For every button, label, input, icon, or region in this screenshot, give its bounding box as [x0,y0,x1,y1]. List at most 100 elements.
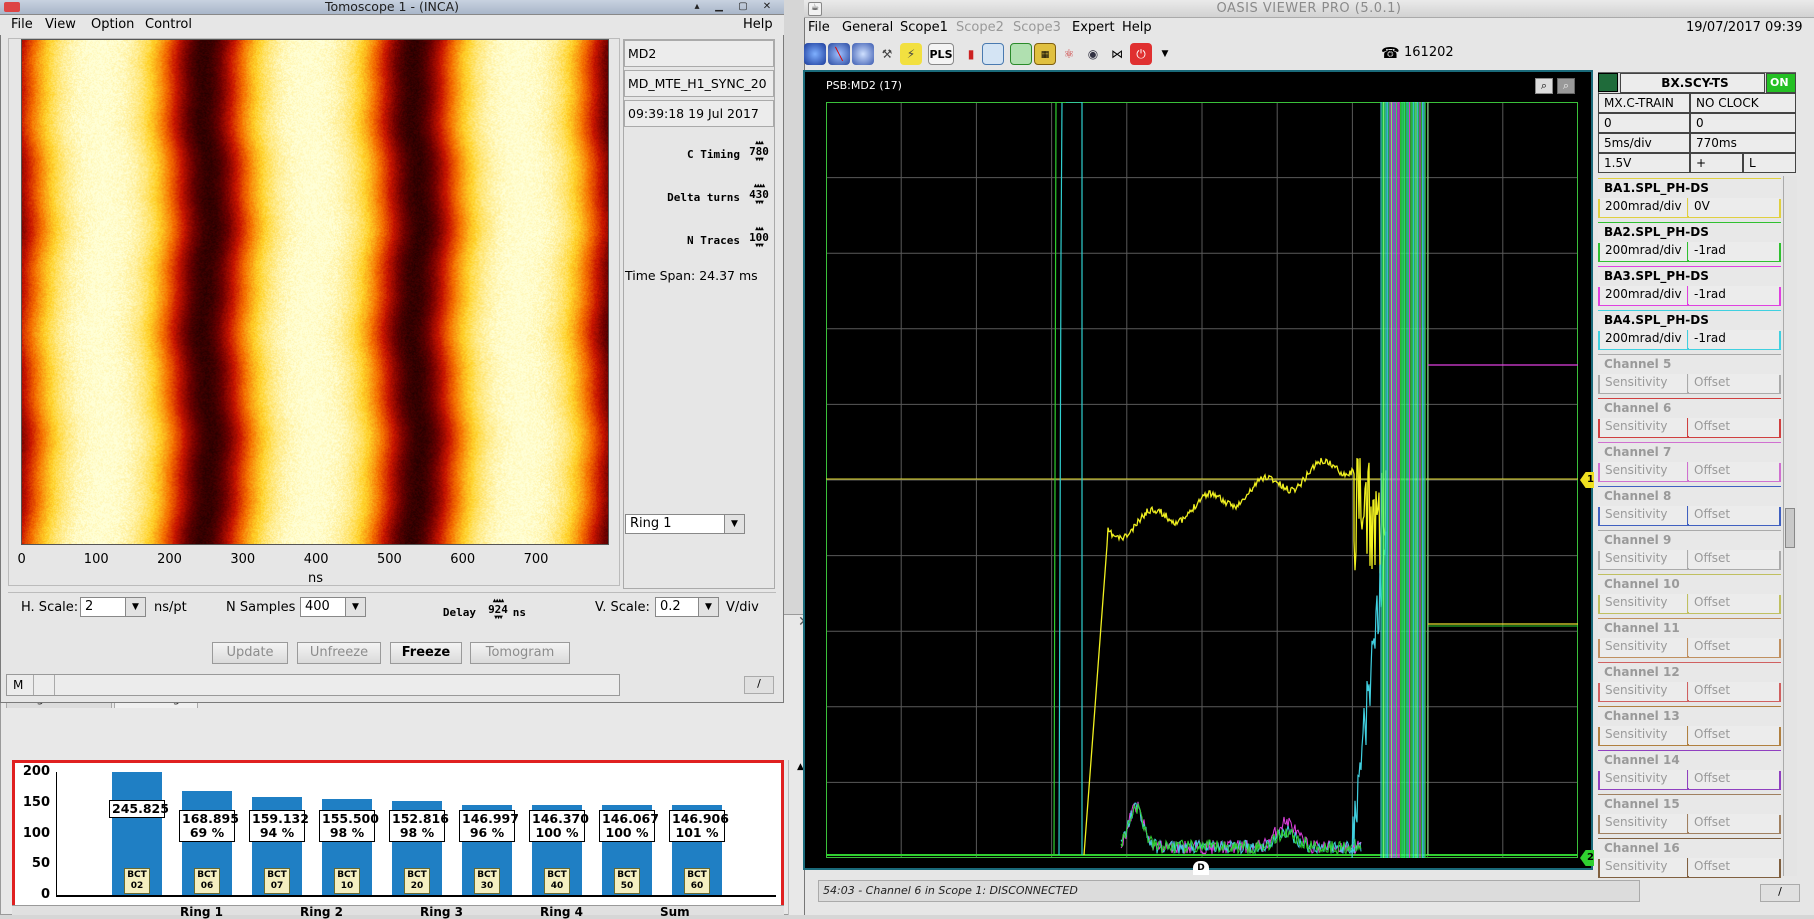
oasis-menu-expert[interactable]: Expert [1072,20,1115,35]
timebase-field[interactable]: 5ms/div [1598,133,1690,153]
tomogram-button[interactable]: Tomogram [470,642,570,664]
channel-sensitivity[interactable]: Sensitivity [1600,462,1688,481]
slope-field[interactable]: + [1690,153,1743,173]
channel-sensitivity[interactable]: Sensitivity [1600,374,1688,393]
channel-sensitivity[interactable]: 200mrad/div [1600,330,1688,349]
update-button[interactable]: Update [212,642,288,664]
n-samples-select[interactable]: 400 ▼ [300,597,366,617]
oasis-menu-scope2[interactable]: Scope2 [956,20,1004,35]
channel-offset[interactable]: Offset [1689,638,1779,657]
channel-offset[interactable]: Offset [1689,814,1779,833]
windows-icon[interactable] [982,43,1004,65]
channel-sensitivity[interactable]: Sensitivity [1600,638,1688,657]
oasis-menu-help[interactable]: Help [1122,20,1152,35]
channel-name[interactable]: BA1.SPL_PH-DS [1598,179,1781,199]
trigger-value-1[interactable]: 0 [1598,113,1690,133]
layout-icon[interactable] [1010,43,1032,65]
zoom-out-icon[interactable]: ⌕ [1557,78,1575,94]
channel-sensitivity[interactable]: Sensitivity [1600,550,1688,569]
channel-sensitivity[interactable]: Sensitivity [1600,594,1688,613]
channel-name[interactable]: Channel 7 [1598,443,1781,463]
minimize-icon[interactable]: ▴ [690,1,704,13]
signal-icon[interactable]: ⚛ [1058,43,1080,65]
channel-name[interactable]: BA3.SPL_PH-DS [1598,267,1781,287]
delay-spinner[interactable]: ▲▲▲▲ 924 ▼▼▼ [484,598,512,621]
channel-name[interactable]: Channel 8 [1598,487,1781,507]
channel-offset[interactable]: Offset [1689,682,1779,701]
channel-offset[interactable]: Offset [1689,550,1779,569]
channel-sensitivity[interactable]: 200mrad/div [1600,198,1688,217]
channel-sensitivity[interactable]: Sensitivity [1600,682,1688,701]
channel-offset[interactable]: Offset [1689,462,1779,481]
channel-sensitivity[interactable]: Sensitivity [1600,726,1688,745]
restore-icon[interactable]: ▁ [712,1,726,13]
channel-offset[interactable]: Offset [1689,374,1779,393]
delay-field[interactable]: 770ms [1690,133,1796,153]
marker-d[interactable]: D [1193,861,1209,875]
channel-sensitivity[interactable]: Sensitivity [1600,418,1688,437]
v-scale-select[interactable]: 0.2 ▼ [655,597,719,617]
channel-name[interactable]: Channel 5 [1598,355,1781,375]
menu-help[interactable]: Help [743,17,773,32]
channel-offset[interactable]: Offset [1689,770,1779,789]
coupling-field[interactable]: L [1743,153,1796,173]
channel-name[interactable]: Channel 15 [1598,795,1781,815]
channel-offset[interactable]: 0V [1689,198,1779,217]
channel-offset[interactable]: -1rad [1689,286,1779,305]
channel-offset[interactable]: Offset [1689,506,1779,525]
oasis-menu-general[interactable]: General [842,20,893,35]
c-timing-spinner[interactable]: ▲▲▲ 780 ▼▼▼ [745,140,773,163]
eye-icon[interactable]: ◉ [1082,43,1104,65]
zoom-in-icon[interactable]: ⌕ [1535,78,1553,94]
level-field[interactable]: 1.5V [1598,153,1690,173]
channel-offset[interactable]: Offset [1689,726,1779,745]
plug-icon[interactable]: ⚡ [900,43,922,65]
menu-file[interactable]: File [11,17,33,32]
channel-offset[interactable]: Offset [1689,594,1779,613]
oasis-menu-file[interactable]: File [808,20,830,35]
tools-icon[interactable]: ⚒ [876,43,898,65]
channel-sensitivity[interactable]: Sensitivity [1600,770,1688,789]
channel-offset[interactable]: -1rad [1689,330,1779,349]
channel-name[interactable]: Channel 11 [1598,619,1781,639]
chip-icon[interactable]: ▦ [1034,43,1056,65]
unfreeze-button[interactable]: Unfreeze [297,642,381,664]
channel-offset[interactable]: Offset [1689,858,1779,877]
n-traces-spinner[interactable]: ▲▲▲ 100 ▼▼▼ [745,226,773,249]
h-scale-select[interactable]: 2 ▼ [80,597,146,617]
ring-select[interactable]: Ring 1 ▼ [625,514,745,534]
maximize-icon[interactable]: ▢ [736,1,750,13]
channel-name[interactable]: Channel 14 [1598,751,1781,771]
menu-control[interactable]: Control [145,17,192,32]
channel-name[interactable]: Channel 9 [1598,531,1781,551]
freeze-button[interactable]: Freeze [390,642,462,664]
channel-sensitivity[interactable]: Sensitivity [1600,506,1688,525]
channel-sensitivity[interactable]: 200mrad/div [1600,286,1688,305]
channel-sensitivity[interactable]: 200mrad/div [1600,242,1688,261]
trigger-name[interactable]: BX.SCY-TS [1620,73,1765,93]
close-icon[interactable]: ✕ [760,1,774,13]
trigger-clock[interactable]: NO CLOCK [1690,93,1796,113]
share-icon[interactable]: ⋈ [1106,43,1128,65]
channel-name[interactable]: BA2.SPL_PH-DS [1598,223,1781,243]
channel-name[interactable]: BA4.SPL_PH-DS [1598,311,1781,331]
mountain-range-plot[interactable] [21,39,609,545]
channel-offset[interactable]: -1rad [1689,242,1779,261]
chevron-down-icon[interactable]: ▼ [1154,43,1176,65]
channel-name[interactable]: Channel 6 [1598,399,1781,419]
channel-scroll-thumb[interactable] [1785,508,1795,548]
trigger-mode[interactable]: MX.C-TRAIN [1598,93,1690,113]
channel-sensitivity[interactable]: Sensitivity [1600,814,1688,833]
channel-name[interactable]: Channel 10 [1598,575,1781,595]
channel-name[interactable]: Channel 13 [1598,707,1781,727]
globe-icon[interactable] [804,43,826,65]
menu-option[interactable]: Option [91,17,134,32]
status-slash[interactable]: / [744,676,774,694]
pls-button[interactable]: PLS [928,43,954,65]
menu-view[interactable]: View [45,17,76,32]
trigger-value-2[interactable]: 0 [1690,113,1796,133]
channel-sensitivity[interactable]: Sensitivity [1600,858,1688,877]
no-connect-icon[interactable]: ╲ [828,43,850,65]
channel-name[interactable]: Channel 16 [1598,839,1781,859]
power-icon[interactable]: ⏻ [1130,43,1152,65]
